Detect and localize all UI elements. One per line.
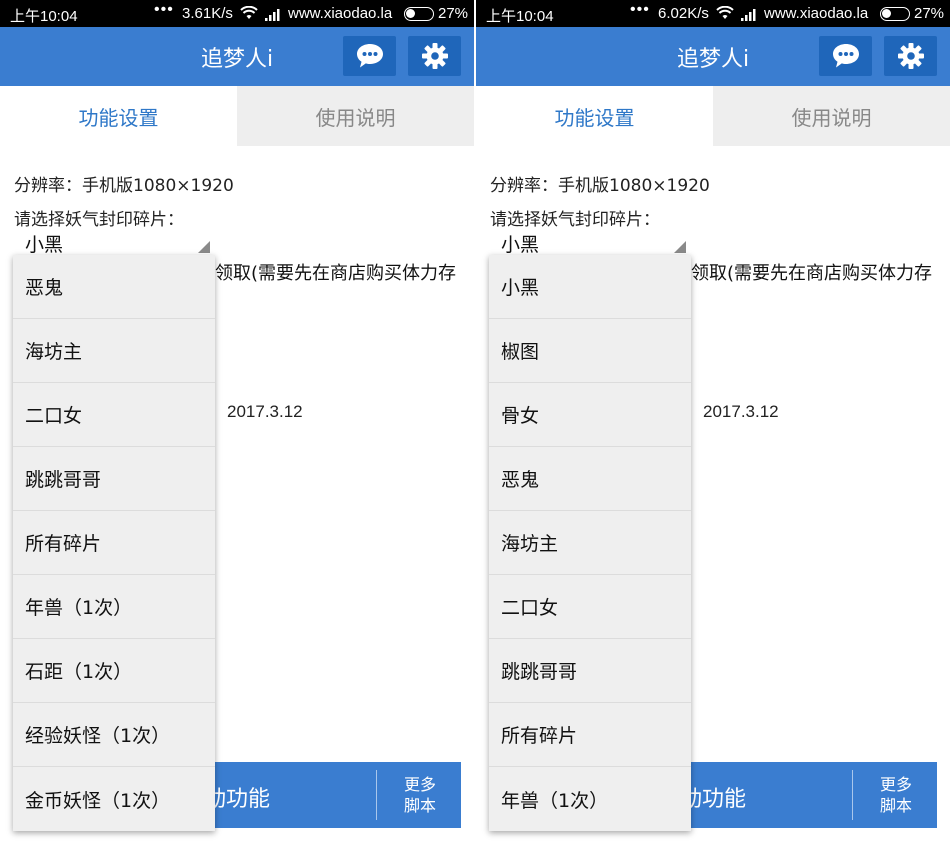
chat-button[interactable]: [819, 36, 872, 76]
resolution-label: 分辨率：手机版1080×1920: [490, 176, 710, 196]
dropdown-option[interactable]: 海坊主: [489, 511, 691, 575]
dropdown-option[interactable]: 跳跳哥哥: [489, 639, 691, 703]
dropdown-arrow-icon[interactable]: [198, 241, 210, 253]
status-time: 上午10:04: [486, 8, 554, 25]
dropdown-option[interactable]: 金币妖怪（1次）: [13, 767, 215, 831]
bottom-divider: [852, 770, 853, 820]
dropdown-option[interactable]: 二口女: [13, 383, 215, 447]
tab-instructions[interactable]: 使用说明: [713, 86, 950, 146]
fragment-dropdown-list: 恶鬼 海坊主 二口女 跳跳哥哥 所有碎片 年兽（1次） 石距（1次） 经验妖怪（…: [13, 255, 215, 831]
battery-toggle-icon: [880, 7, 910, 21]
chat-bubble-icon: [832, 44, 859, 68]
fragment-select-value[interactable]: 小黑: [25, 230, 63, 257]
more-scripts-button[interactable]: 更多 脚本: [864, 774, 928, 816]
tab-instructions[interactable]: 使用说明: [237, 86, 474, 146]
status-time: 上午10:04: [10, 8, 78, 25]
wifi-icon: [240, 5, 258, 24]
more-scripts-button[interactable]: 更多 脚本: [388, 774, 452, 816]
tab-function-settings[interactable]: 功能设置: [0, 86, 237, 146]
battery-toggle-icon: [404, 7, 434, 21]
app-title: 追梦人i: [200, 47, 274, 72]
signal-icon: [741, 8, 757, 25]
chat-button[interactable]: [343, 36, 396, 76]
dropdown-option[interactable]: 椒图: [489, 319, 691, 383]
stamina-note: 领取(需要先在商店购买体力存: [691, 263, 933, 284]
status-bar: 上午10:04 ••• 6.02K/s www.xiaodao.la 27%: [476, 0, 950, 27]
app-header: 追梦人i: [0, 27, 474, 86]
dropdown-option[interactable]: 石距（1次）: [13, 639, 215, 703]
app-header: 追梦人i: [476, 27, 950, 86]
app-title: 追梦人i: [676, 47, 750, 72]
dropdown-option[interactable]: 所有碎片: [489, 703, 691, 767]
tab-bar: 功能设置 使用说明: [0, 86, 474, 146]
status-bar: 上午10:04 ••• 3.61K/s www.xiaodao.la 27%: [0, 0, 474, 27]
notification-dots-icon: •••: [154, 1, 174, 18]
chat-bubble-icon: [356, 44, 383, 68]
version-date: 2017.3.12: [703, 402, 779, 421]
network-speed: 6.02K/s: [658, 5, 709, 22]
network-speed: 3.61K/s: [182, 5, 233, 22]
fragment-select-value[interactable]: 小黑: [501, 230, 539, 257]
dropdown-option[interactable]: 年兽（1次）: [489, 767, 691, 831]
dropdown-option[interactable]: 海坊主: [13, 319, 215, 383]
dropdown-option[interactable]: 年兽（1次）: [13, 575, 215, 639]
battery-level: 27%: [438, 5, 469, 22]
dropdown-option[interactable]: 恶鬼: [13, 255, 215, 319]
fragment-select-prompt: 请选择妖气封印碎片：: [14, 210, 184, 230]
dropdown-option[interactable]: 骨女: [489, 383, 691, 447]
tab-function-settings[interactable]: 功能设置: [476, 86, 713, 146]
dropdown-option[interactable]: 二口女: [489, 575, 691, 639]
dropdown-option[interactable]: 跳跳哥哥: [13, 447, 215, 511]
gear-icon: [421, 43, 448, 69]
phone-screen-left: 上午10:04 ••• 3.61K/s www.xiaodao.la 27% 追…: [0, 0, 474, 841]
dropdown-option[interactable]: 经验妖怪（1次）: [13, 703, 215, 767]
settings-button[interactable]: [408, 36, 461, 76]
stamina-note: 领取(需要先在商店购买体力存: [215, 263, 457, 284]
dropdown-arrow-icon[interactable]: [674, 241, 686, 253]
fragment-select-prompt: 请选择妖气封印碎片：: [490, 210, 660, 230]
bottom-divider: [376, 770, 377, 820]
notification-dots-icon: •••: [630, 1, 650, 18]
version-date: 2017.3.12: [227, 402, 303, 421]
gear-icon: [897, 43, 924, 69]
resolution-label: 分辨率：手机版1080×1920: [14, 176, 234, 196]
dropdown-option[interactable]: 小黑: [489, 255, 691, 319]
battery-level: 27%: [914, 5, 945, 22]
phone-screen-right: 上午10:04 ••• 6.02K/s www.xiaodao.la 27% 追…: [476, 0, 950, 841]
dropdown-option[interactable]: 恶鬼: [489, 447, 691, 511]
dropdown-option[interactable]: 所有碎片: [13, 511, 215, 575]
wifi-icon: [716, 5, 734, 24]
status-site: www.xiaodao.la: [764, 5, 869, 22]
status-site: www.xiaodao.la: [288, 5, 393, 22]
tab-bar: 功能设置 使用说明: [476, 86, 950, 146]
settings-button[interactable]: [884, 36, 937, 76]
fragment-dropdown-list: 小黑 椒图 骨女 恶鬼 海坊主 二口女 跳跳哥哥 所有碎片 年兽（1次）: [489, 255, 691, 831]
signal-icon: [265, 8, 281, 25]
screenshot-pair: 上午10:04 ••• 3.61K/s www.xiaodao.la 27% 追…: [0, 0, 950, 841]
